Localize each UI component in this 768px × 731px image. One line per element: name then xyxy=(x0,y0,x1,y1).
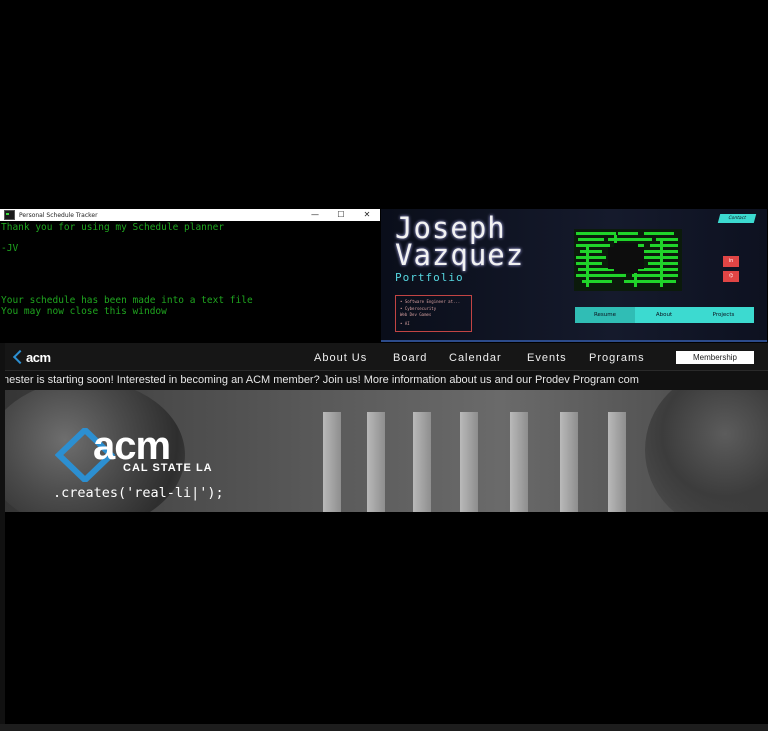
info-item: • Cybersecurity xyxy=(400,306,437,311)
building-pillar xyxy=(367,412,385,512)
hero-banner: acm CAL STATE LA .creates('real-li|'); xyxy=(5,390,768,512)
acm-navbar: acm About Us Board Calendar Events Progr… xyxy=(5,343,768,370)
hero-tree-right xyxy=(645,390,768,512)
console-line: Thank you for using my Schedule planner xyxy=(1,222,225,233)
minimize-button[interactable]: — xyxy=(302,209,328,221)
portfolio-subtitle: Portfolio xyxy=(395,271,464,284)
console-title: Personal Schedule Tracker xyxy=(19,211,98,219)
info-item: Web Dev Games xyxy=(400,312,432,317)
contact-button[interactable]: Contact xyxy=(717,214,757,223)
console-window: Personal Schedule Tracker — ☐ ✕ Thank yo… xyxy=(0,209,380,341)
acm-logo[interactable]: acm xyxy=(12,349,51,365)
nav-calendar[interactable]: Calendar xyxy=(449,352,502,364)
close-button[interactable]: ✕ xyxy=(354,209,380,221)
github-icon: ⌬ xyxy=(728,273,734,279)
info-box: • Software Engineer at... • Cybersecurit… xyxy=(395,295,472,332)
building-pillar xyxy=(608,412,626,512)
building-pillar xyxy=(510,412,528,512)
portfolio-last-name: Vazquez xyxy=(395,238,525,272)
acm-logo-text: acm xyxy=(26,349,51,365)
console-line: Your schedule has been made into a text … xyxy=(1,295,253,306)
portfolio-border xyxy=(381,340,767,342)
nav-events[interactable]: Events xyxy=(527,352,567,364)
info-item: • AI xyxy=(400,321,410,326)
pixel-art-image xyxy=(574,229,682,291)
console-line: -JV xyxy=(1,243,19,254)
nav-programs[interactable]: Programs xyxy=(589,352,645,364)
info-item: • Software Engineer at... xyxy=(400,299,461,304)
bottom-strip xyxy=(0,724,768,731)
building-pillar xyxy=(323,412,341,512)
ticker-text: nester is starting soon! Interested in b… xyxy=(5,374,639,386)
portfolio-window: Joseph Vazquez Portfolio Contact in ⌬ • … xyxy=(381,209,767,342)
maximize-button[interactable]: ☐ xyxy=(328,209,354,221)
projects-button[interactable]: Projects xyxy=(693,307,754,323)
linkedin-button[interactable]: in xyxy=(723,256,739,267)
github-button[interactable]: ⌬ xyxy=(723,271,739,282)
acm-hero-logo: acm CAL STATE LA xyxy=(54,424,225,486)
resume-button[interactable]: Resume xyxy=(575,307,635,323)
building-pillar xyxy=(413,412,431,512)
building-pillar xyxy=(460,412,478,512)
hero-tagline: .creates('real-li|'); xyxy=(53,485,224,501)
building-pillar xyxy=(560,412,578,512)
membership-button[interactable]: Membership xyxy=(676,351,754,364)
acm-website: acm About Us Board Calendar Events Progr… xyxy=(5,343,768,512)
empty-content-area xyxy=(5,512,767,724)
console-titlebar[interactable]: Personal Schedule Tracker — ☐ ✕ xyxy=(0,209,380,221)
nav-board[interactable]: Board xyxy=(393,352,427,364)
hero-logo-subtitle: CAL STATE LA xyxy=(123,462,213,474)
about-button[interactable]: About xyxy=(635,307,693,323)
console-line: You may now close this window xyxy=(1,306,167,317)
announcement-ticker: nester is starting soon! Interested in b… xyxy=(5,370,768,391)
console-app-icon xyxy=(4,210,15,220)
nav-about-us[interactable]: About Us xyxy=(314,352,367,364)
acm-logo-chevron-icon xyxy=(12,349,28,365)
linkedin-icon: in xyxy=(728,258,734,264)
